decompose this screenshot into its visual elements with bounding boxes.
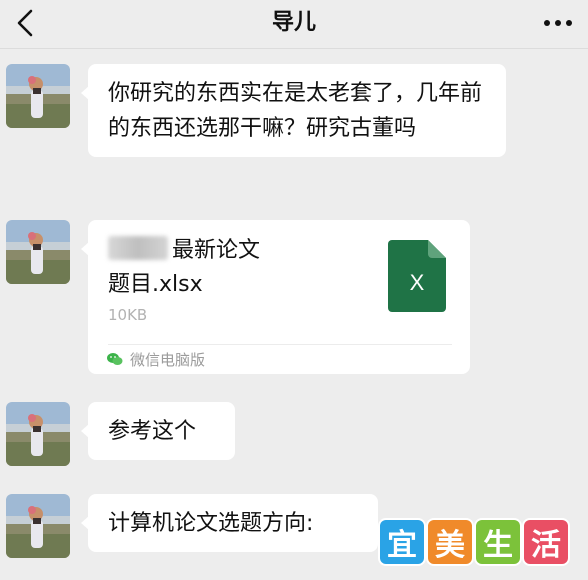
more-icon xyxy=(544,20,572,26)
svg-text:X: X xyxy=(410,270,425,295)
more-button[interactable] xyxy=(538,6,578,40)
chat-header: 导儿 xyxy=(0,0,588,49)
message-text: 参考这个 xyxy=(108,419,197,444)
watermark-char: 生 xyxy=(476,520,520,564)
message-bubble-4[interactable]: 计算机论文选题方向: xyxy=(81,494,378,552)
file-message-card[interactable]: 最新论文 题目.xlsx 10KB X 微信电脑版 xyxy=(81,220,470,374)
avatar-image xyxy=(6,64,70,128)
message-bubble-3[interactable]: 参考这个 xyxy=(81,402,235,460)
watermark-char: 活 xyxy=(524,520,568,564)
sender-avatar[interactable] xyxy=(6,402,70,466)
sender-avatar[interactable] xyxy=(6,64,70,128)
message-text: 计算机论文选题方向: xyxy=(108,511,314,536)
avatar-image xyxy=(6,494,70,558)
chat-title: 导儿 xyxy=(271,10,316,35)
redacted-text xyxy=(108,236,168,260)
source-label: 微信电脑版 xyxy=(106,348,205,370)
watermark-char: 宜 xyxy=(380,520,424,564)
wechat-icon xyxy=(107,353,123,365)
sender-avatar[interactable] xyxy=(6,220,70,284)
message-text: 你研究的东西实在是太老套了，几年前的东西还选那干嘛？研究古董吗 xyxy=(108,81,483,141)
sender-avatar[interactable] xyxy=(6,494,70,558)
message-bubble-1[interactable]: 你研究的东西实在是太老套了，几年前的东西还选那干嘛？研究古董吗 xyxy=(81,64,506,157)
excel-file-icon: X xyxy=(388,240,446,312)
card-divider xyxy=(108,344,452,345)
watermark-logo: 宜 美 生 活 xyxy=(380,520,568,572)
file-name: 最新论文 题目.xlsx xyxy=(108,236,261,297)
watermark-char: 美 xyxy=(428,520,472,564)
avatar-image xyxy=(6,402,70,466)
avatar-image xyxy=(6,220,70,284)
file-size: 10KB xyxy=(108,306,148,324)
